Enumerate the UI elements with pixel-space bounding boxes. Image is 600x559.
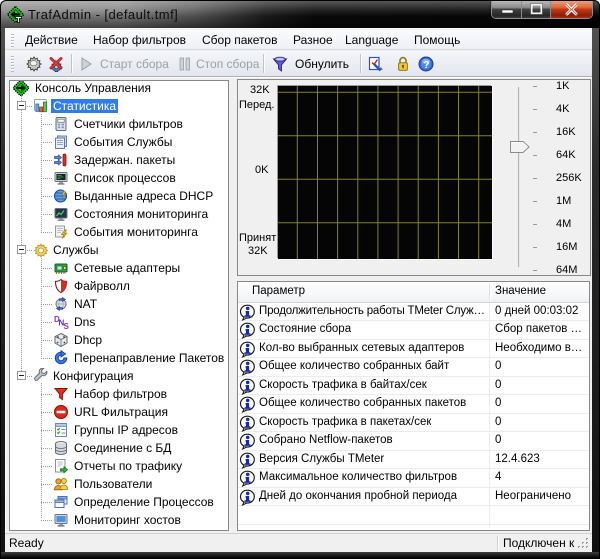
svg-text:?: ? — [423, 60, 429, 71]
svg-text:S: S — [64, 322, 70, 330]
